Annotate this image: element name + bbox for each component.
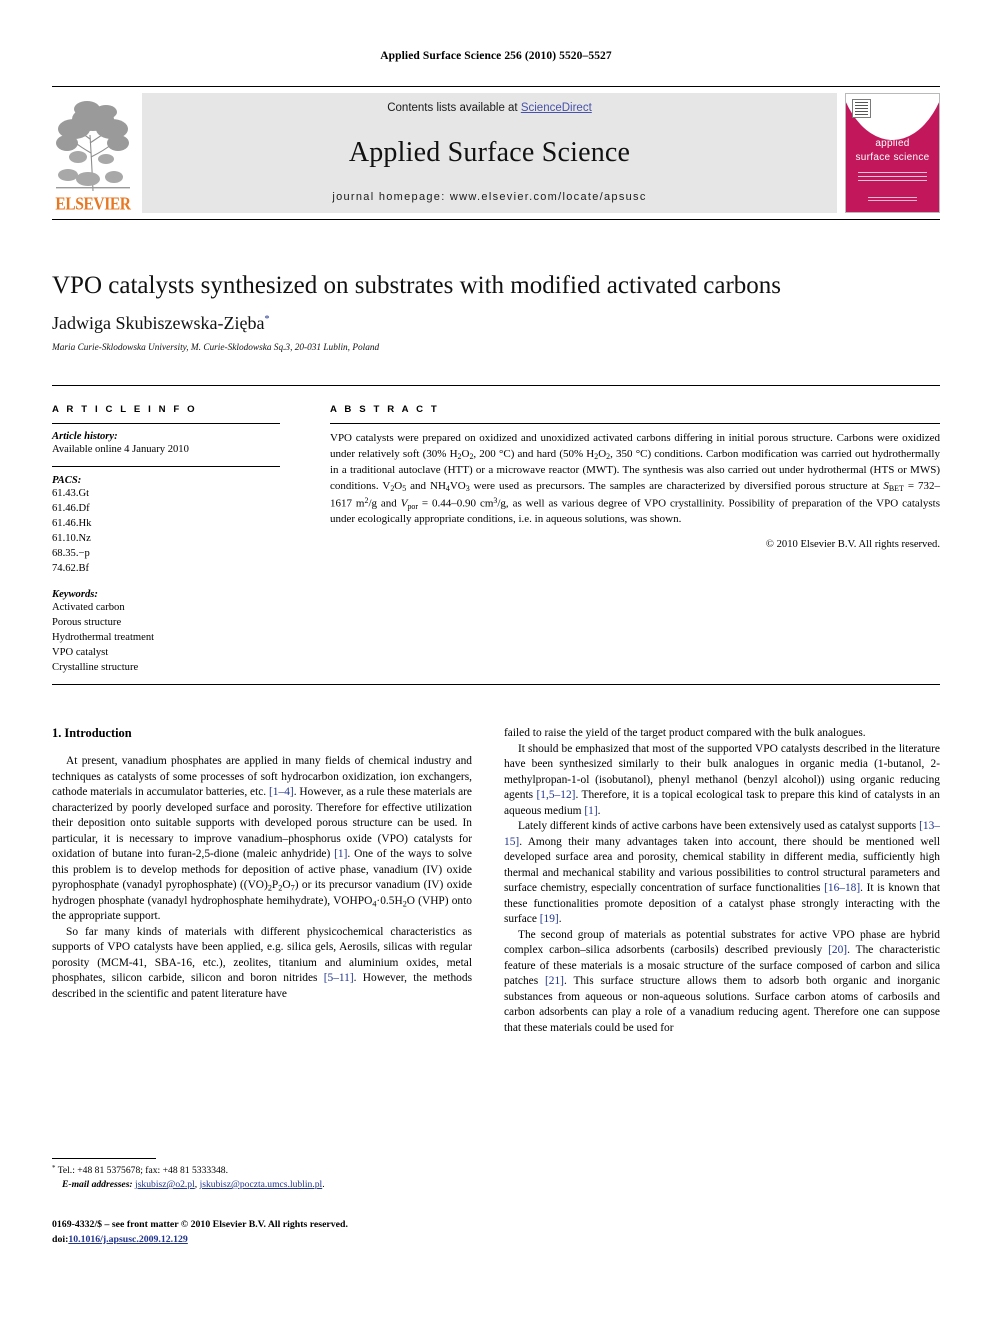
citation-ref[interactable]: [20] (828, 944, 847, 956)
cover-title: applied surface science (846, 137, 939, 164)
cover-elsevier-mark-icon (852, 99, 871, 118)
abstract-heading: A B S T R A C T (330, 404, 440, 415)
author-footnote-marker[interactable]: * (264, 314, 269, 325)
paper-page: Applied Surface Science 256 (2010) 5520–… (0, 0, 992, 1323)
journal-cover-thumbnail: applied surface science (845, 93, 940, 213)
doi-line: doi:10.1016/j.apsusc.2009.12.129 (52, 1233, 532, 1248)
author-affiliation: Maria Curie-Sklodowska University, M. Cu… (52, 343, 380, 353)
cover-footer-lines (868, 197, 917, 203)
author-label: Jadwiga Skubiszewska-Zięba (52, 313, 265, 333)
paragraph: failed to raise the yield of the target … (504, 727, 866, 739)
citation-ref[interactable]: [1] (334, 848, 347, 860)
article-history-label: Article history: (52, 431, 118, 442)
abstract-body: VPO catalysts were prepared on oxidized … (330, 432, 940, 526)
colophon: 0169-4332/$ – see front matter © 2010 El… (52, 1218, 532, 1247)
body-column-right: failed to raise the yield of the target … (504, 726, 940, 1036)
footnote-rule (52, 1158, 156, 1159)
paragraph: At present, vanadium phosphates are appl… (52, 755, 472, 922)
footnote-tel: * Tel.: +48 81 5375678; fax: +48 81 5333… (52, 1164, 472, 1178)
article-history-value: Available online 4 January 2010 (52, 444, 189, 455)
section-heading-introduction: 1. Introduction (52, 726, 132, 740)
email-period: . (322, 1179, 325, 1191)
info-rule-2 (52, 466, 280, 468)
article-info-column: A R T I C L E I N F O Article history: A… (52, 404, 280, 675)
pacs-label: PACS: (52, 475, 82, 487)
info-rule-1 (52, 423, 280, 424)
cover-title-line1: applied (875, 138, 910, 149)
journal-title: Applied Surface Science (348, 136, 631, 168)
cover-title-line2: surface science (855, 151, 930, 163)
keyword-item: Crystalline structure (52, 662, 139, 674)
info-top-rule (52, 385, 940, 386)
issn-line: 0169-4332/$ – see front matter © 2010 El… (52, 1219, 348, 1230)
contents-box: Contents lists available at ScienceDirec… (142, 93, 837, 213)
cover-mark-lines (855, 102, 868, 115)
citation-ref[interactable]: [21] (545, 975, 564, 987)
sciencedirect-link[interactable]: ScienceDirect (521, 102, 592, 114)
contents-prefix: Contents lists available at (387, 102, 521, 114)
running-head: Applied Surface Science 256 (2010) 5520–… (380, 50, 612, 62)
citation-ref[interactable]: [1–4] (269, 786, 294, 798)
keyword-item: Porous structure (52, 617, 122, 629)
cover-subtitle-lines (858, 172, 927, 181)
footnote-tel-text: Tel.: +48 81 5375678; fax: +48 81 533334… (57, 1165, 228, 1177)
paragraph: It should be emphasized that most of the… (504, 742, 941, 817)
elsevier-logo: ELSEVIER (52, 93, 134, 213)
pacs-item: 61.10.Nz (52, 533, 91, 545)
paragraph: The second group of materials as potenti… (504, 928, 940, 1034)
author-name: Jadwiga Skubiszewska-Zięba* (52, 313, 940, 334)
pacs-item: 61.46.Df (52, 503, 90, 515)
keyword-item: VPO catalyst (52, 647, 109, 659)
pacs-item: 74.62.Bf (52, 563, 90, 575)
citation-ref[interactable]: [13–15] (504, 820, 940, 848)
abstract-rights: © 2010 Elsevier B.V. All rights reserved… (765, 539, 940, 551)
citation-ref[interactable]: [1] (584, 805, 597, 817)
pacs-item: 68.35.−p (52, 548, 90, 560)
abstract-column: A B S T R A C T VPO catalysts were prepa… (330, 404, 940, 550)
info-bottom-rule (52, 684, 940, 685)
contents-available-line: Contents lists available at ScienceDirec… (387, 102, 592, 114)
keyword-item: Hydrothermal treatment (52, 632, 155, 644)
citation-ref[interactable]: [1,5–12] (537, 789, 576, 801)
page-title: VPO catalysts synthesized on substrates … (52, 272, 782, 299)
keywords-label: Keywords: (52, 589, 98, 601)
journal-banner: ELSEVIER Contents lists available at Sci… (52, 86, 940, 220)
citation-ref[interactable]: [5–11] (324, 972, 354, 984)
elsevier-wordmark: ELSEVIER (55, 194, 131, 214)
footnote-email: E-mail addresses: jskubisz@o2.pl, jskubi… (52, 1178, 472, 1192)
body-column-left: 1. Introduction At present, vanadium pho… (52, 726, 472, 1002)
doi-label: doi: (52, 1233, 69, 1245)
banner-bottom-rule (52, 219, 940, 220)
paragraph: So far many kinds of materials with diff… (52, 925, 473, 1000)
email-link-1[interactable]: jskubisz@o2.pl (135, 1179, 195, 1190)
pacs-item: 61.43.Gt (52, 488, 90, 500)
doi-link[interactable]: 10.1016/j.apsusc.2009.12.129 (68, 1234, 187, 1245)
pacs-item: 61.46.Hk (52, 518, 92, 530)
email-link-2[interactable]: jskubisz@poczta.umcs.lublin.pl (200, 1179, 323, 1190)
elsevier-tree-icon (56, 100, 130, 191)
email-label: E-mail addresses: (62, 1179, 133, 1191)
article-info-heading: A R T I C L E I N F O (52, 404, 198, 415)
keyword-item: Activated carbon (52, 602, 125, 614)
journal-homepage[interactable]: journal homepage: www.elsevier.com/locat… (332, 191, 646, 203)
footnote-block: * Tel.: +48 81 5375678; fax: +48 81 5333… (52, 1158, 472, 1192)
citation-ref[interactable]: [19] (540, 913, 559, 925)
abstract-rule (330, 423, 940, 424)
paragraph: Lately different kinds of active carbons… (504, 820, 940, 925)
citation-ref[interactable]: [16–18] (824, 882, 860, 894)
footnote-marker: * (52, 1165, 56, 1172)
